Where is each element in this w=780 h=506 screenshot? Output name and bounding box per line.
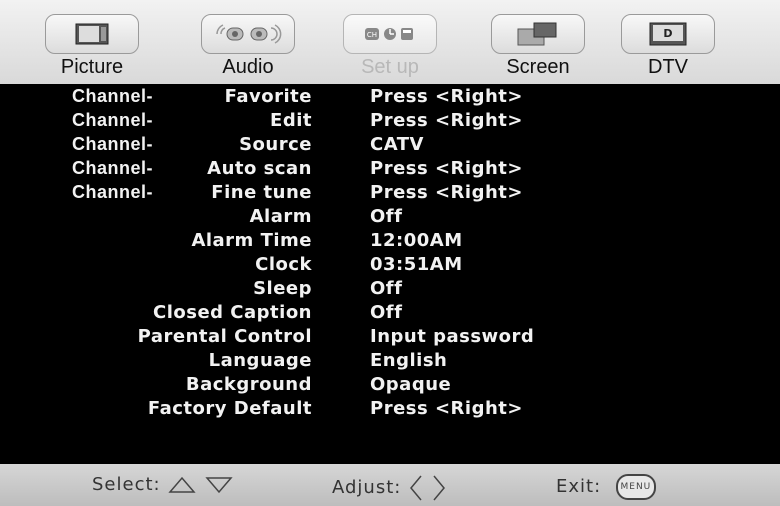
menu-row-label: Favorite	[224, 86, 312, 107]
tab-screen[interactable]: Screen	[486, 8, 590, 82]
tv-picture-icon	[75, 23, 109, 45]
dtv-icon: D	[649, 22, 687, 46]
exit-hint: Exit: MENU	[556, 474, 656, 500]
menu-row-label: Closed Caption	[152, 302, 312, 323]
menu-row-label: Clock	[255, 254, 312, 275]
menu-row-channel-fine-tune[interactable]: Channel- Fine tune Press <Right>	[0, 182, 780, 206]
tab-setup[interactable]: CH Set up	[338, 8, 442, 82]
key-hint-bar: Select: Adjust: Exit: MENU	[0, 464, 780, 506]
menu-row-value: CATV	[370, 134, 424, 155]
menu-row-label: Alarm Time	[191, 230, 312, 251]
menu-row-background[interactable]: Background Opaque	[0, 374, 780, 398]
menu-row-value: Off	[370, 206, 403, 227]
tab-audio-label: Audio	[222, 56, 274, 78]
menu-row-label: Factory Default	[147, 398, 312, 419]
menu-row-channel-edit[interactable]: Channel- Edit Press <Right>	[0, 110, 780, 134]
menu-row-value: Opaque	[370, 374, 452, 395]
tab-screen-label: Screen	[506, 56, 570, 78]
menu-row-label: Parental Control	[137, 326, 312, 347]
menu-row-prefix: Channel-	[72, 110, 154, 130]
menu-row-value: Press <Right>	[370, 182, 523, 203]
setup-icon: CH	[365, 28, 413, 40]
menu-row-channel-source[interactable]: Channel- Source CATV	[0, 134, 780, 158]
menu-row-value: Press <Right>	[370, 398, 523, 419]
menu-row-value: Press <Right>	[370, 158, 523, 179]
menu-row-label: Edit	[270, 110, 312, 131]
menu-row-label: Alarm	[249, 206, 312, 227]
menu-row-value: English	[370, 350, 448, 371]
menu-row-prefix: Channel-	[72, 86, 154, 106]
menu-row-sleep[interactable]: Sleep Off	[0, 278, 780, 302]
menu-row-value: 12:00AM	[370, 230, 463, 251]
menu-row-alarm-time[interactable]: Alarm Time 12:00AM	[0, 230, 780, 254]
right-arrow-icon	[433, 475, 445, 501]
select-hint-label: Select:	[92, 474, 161, 495]
menu-row-value: Off	[370, 302, 403, 323]
speaker-icon	[216, 24, 282, 44]
adjust-hint-label: Adjust:	[332, 477, 402, 498]
menu-row-label: Fine tune	[211, 182, 312, 203]
setup-menu-list: Channel- Favorite Press <Right> Channel-…	[0, 84, 780, 464]
up-arrow-icon	[168, 476, 196, 493]
menu-row-label: Language	[208, 350, 312, 371]
menu-row-parental-control[interactable]: Parental Control Input password	[0, 326, 780, 350]
adjust-hint: Adjust:	[332, 474, 447, 502]
menu-row-value: Input password	[370, 326, 535, 347]
exit-hint-label: Exit:	[556, 476, 602, 497]
left-arrow-icon	[410, 475, 422, 501]
tab-screen-iconbox	[491, 14, 585, 54]
menu-row-prefix: Channel-	[72, 182, 154, 202]
menu-row-closed-caption[interactable]: Closed Caption Off	[0, 302, 780, 326]
menu-row-prefix: Channel-	[72, 158, 154, 178]
tab-setup-iconbox: CH	[343, 14, 437, 54]
tab-audio-iconbox	[201, 14, 295, 54]
screen-icon	[517, 22, 557, 46]
menu-row-channel-auto-scan[interactable]: Channel- Auto scan Press <Right>	[0, 158, 780, 182]
menu-row-label: Source	[239, 134, 312, 155]
menu-row-value: Off	[370, 278, 403, 299]
down-arrow-icon	[205, 477, 233, 494]
menu-row-factory-default[interactable]: Factory Default Press <Right>	[0, 398, 780, 422]
menu-row-label: Sleep	[253, 278, 312, 299]
tab-dtv[interactable]: D DTV	[616, 8, 720, 82]
menu-row-channel-favorite[interactable]: Channel- Favorite Press <Right>	[0, 86, 780, 110]
menu-row-alarm[interactable]: Alarm Off	[0, 206, 780, 230]
tab-picture-iconbox	[45, 14, 139, 54]
menu-button-icon: MENU	[615, 474, 656, 500]
menu-row-language[interactable]: Language English	[0, 350, 780, 374]
menu-row-value: 03:51AM	[370, 254, 463, 275]
menu-row-value: Press <Right>	[370, 86, 523, 107]
tab-setup-label: Set up	[361, 56, 419, 78]
tab-picture[interactable]: Picture	[40, 8, 144, 82]
dtv-icon-d-text: D	[663, 27, 672, 40]
menu-tab-bar: Picture Audio CH Set up Screen D DTV	[0, 0, 780, 84]
select-hint: Select:	[92, 474, 234, 495]
menu-row-label: Auto scan	[207, 158, 312, 179]
tab-picture-label: Picture	[60, 56, 124, 78]
setup-icon-ch-text: CH	[367, 31, 377, 39]
menu-row-prefix: Channel-	[72, 134, 154, 154]
setup-osd-screen: Picture Audio CH Set up Screen D DTV Cha…	[0, 0, 780, 506]
tab-dtv-iconbox: D	[621, 14, 715, 54]
tab-dtv-label: DTV	[648, 56, 688, 78]
menu-row-clock[interactable]: Clock 03:51AM	[0, 254, 780, 278]
tab-audio[interactable]: Audio	[196, 8, 300, 82]
menu-row-value: Press <Right>	[370, 110, 523, 131]
menu-row-label: Background	[185, 374, 312, 395]
